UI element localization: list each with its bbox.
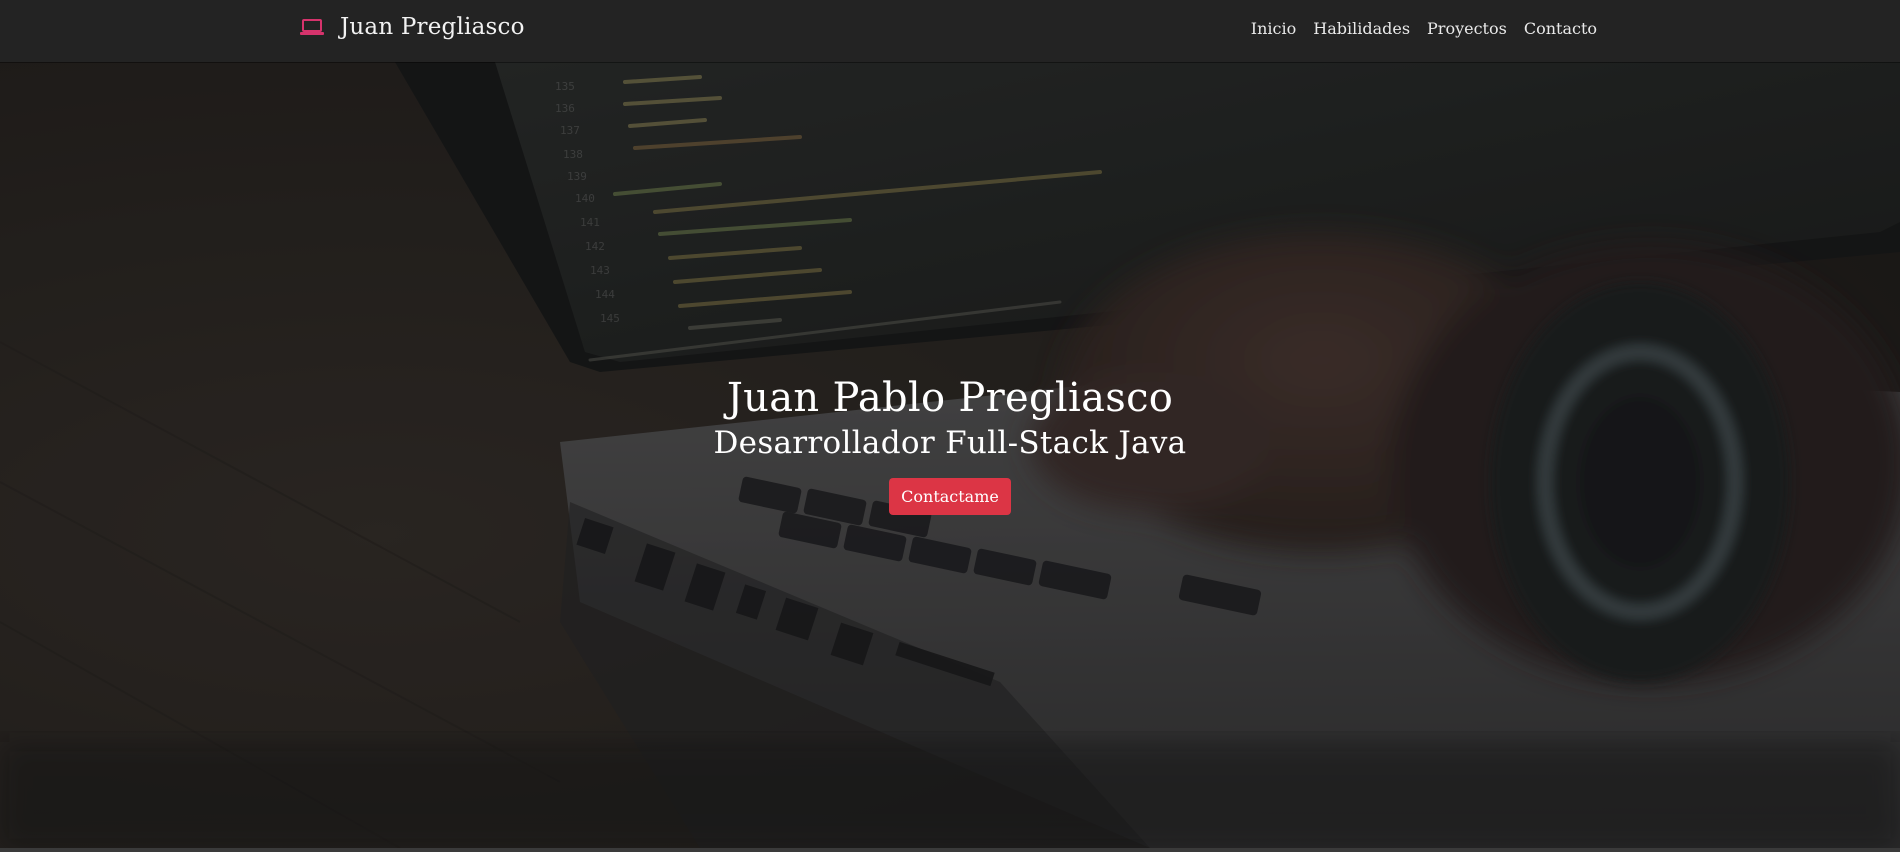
top-navbar: Juan Pregliasco Inicio Habilidades Proye…: [0, 0, 1900, 62]
nav-link-inicio[interactable]: Inicio: [1251, 19, 1296, 38]
nav-link-habilidades[interactable]: Habilidades: [1313, 19, 1410, 38]
hero-content: Juan Pablo Pregliasco Desarrollador Full…: [0, 375, 1900, 515]
brand-name: Juan Pregliasco: [340, 14, 525, 40]
hero-section: 135 136 137 138 139 140 141 142 143 144 145: [0, 62, 1900, 848]
laptop-icon: [300, 18, 324, 36]
brand-link[interactable]: Juan Pregliasco: [300, 14, 525, 40]
bottom-edge: [0, 848, 1900, 852]
contact-button[interactable]: Contactame: [889, 478, 1011, 515]
hero-title: Juan Pablo Pregliasco: [726, 375, 1174, 421]
nav-link-contacto[interactable]: Contacto: [1524, 19, 1597, 38]
nav-link-proyectos[interactable]: Proyectos: [1427, 19, 1507, 38]
nav-links: Inicio Habilidades Proyectos Contacto: [1251, 19, 1597, 38]
hero-subtitle: Desarrollador Full-Stack Java: [713, 425, 1187, 461]
